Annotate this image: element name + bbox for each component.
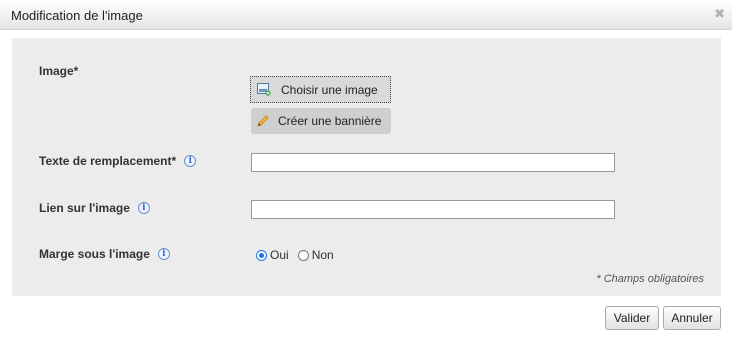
alt-text-label: Texte de remplacement* i [39,154,197,168]
create-banner-button[interactable]: Créer une bannière [251,108,391,134]
info-icon[interactable]: i [137,202,150,214]
info-icon[interactable]: i [157,248,170,260]
alt-text-label-text: Texte de remplacement* [39,154,177,168]
cancel-button[interactable]: Annuler [663,306,721,330]
margin-oui-label[interactable]: Oui [270,248,289,262]
close-icon[interactable]: ✖ [714,6,725,22]
dialog-title: Modification de l'image [11,8,143,23]
margin-label: Marge sous l'image i [39,247,170,261]
alt-text-input[interactable] [251,153,615,172]
image-label-text: Image* [39,64,79,78]
image-label: Image* [39,64,78,78]
choose-image-button[interactable]: Choisir une image [250,76,391,103]
margin-oui-radio[interactable] [256,249,267,261]
validate-button[interactable]: Valider [605,306,659,330]
dialog-titlebar: Modification de l'image ✖ [0,0,732,30]
required-fields-note: * Champs obligatoires [596,273,704,285]
margin-radio-group: Oui Non [256,248,334,262]
info-icon[interactable]: i [184,155,197,167]
margin-non-radio[interactable] [297,249,309,261]
choose-image-label: Choisir une image [281,82,378,97]
create-banner-label: Créer une bannière [278,114,382,128]
image-picture-icon [257,83,271,96]
margin-label-text: Marge sous l'image [39,247,150,261]
link-label: Lien sur l'image i [39,201,150,215]
link-label-text: Lien sur l'image [39,201,130,215]
margin-non-label[interactable]: Non [312,248,334,262]
link-input[interactable] [251,200,615,219]
pencil-icon [257,115,269,127]
